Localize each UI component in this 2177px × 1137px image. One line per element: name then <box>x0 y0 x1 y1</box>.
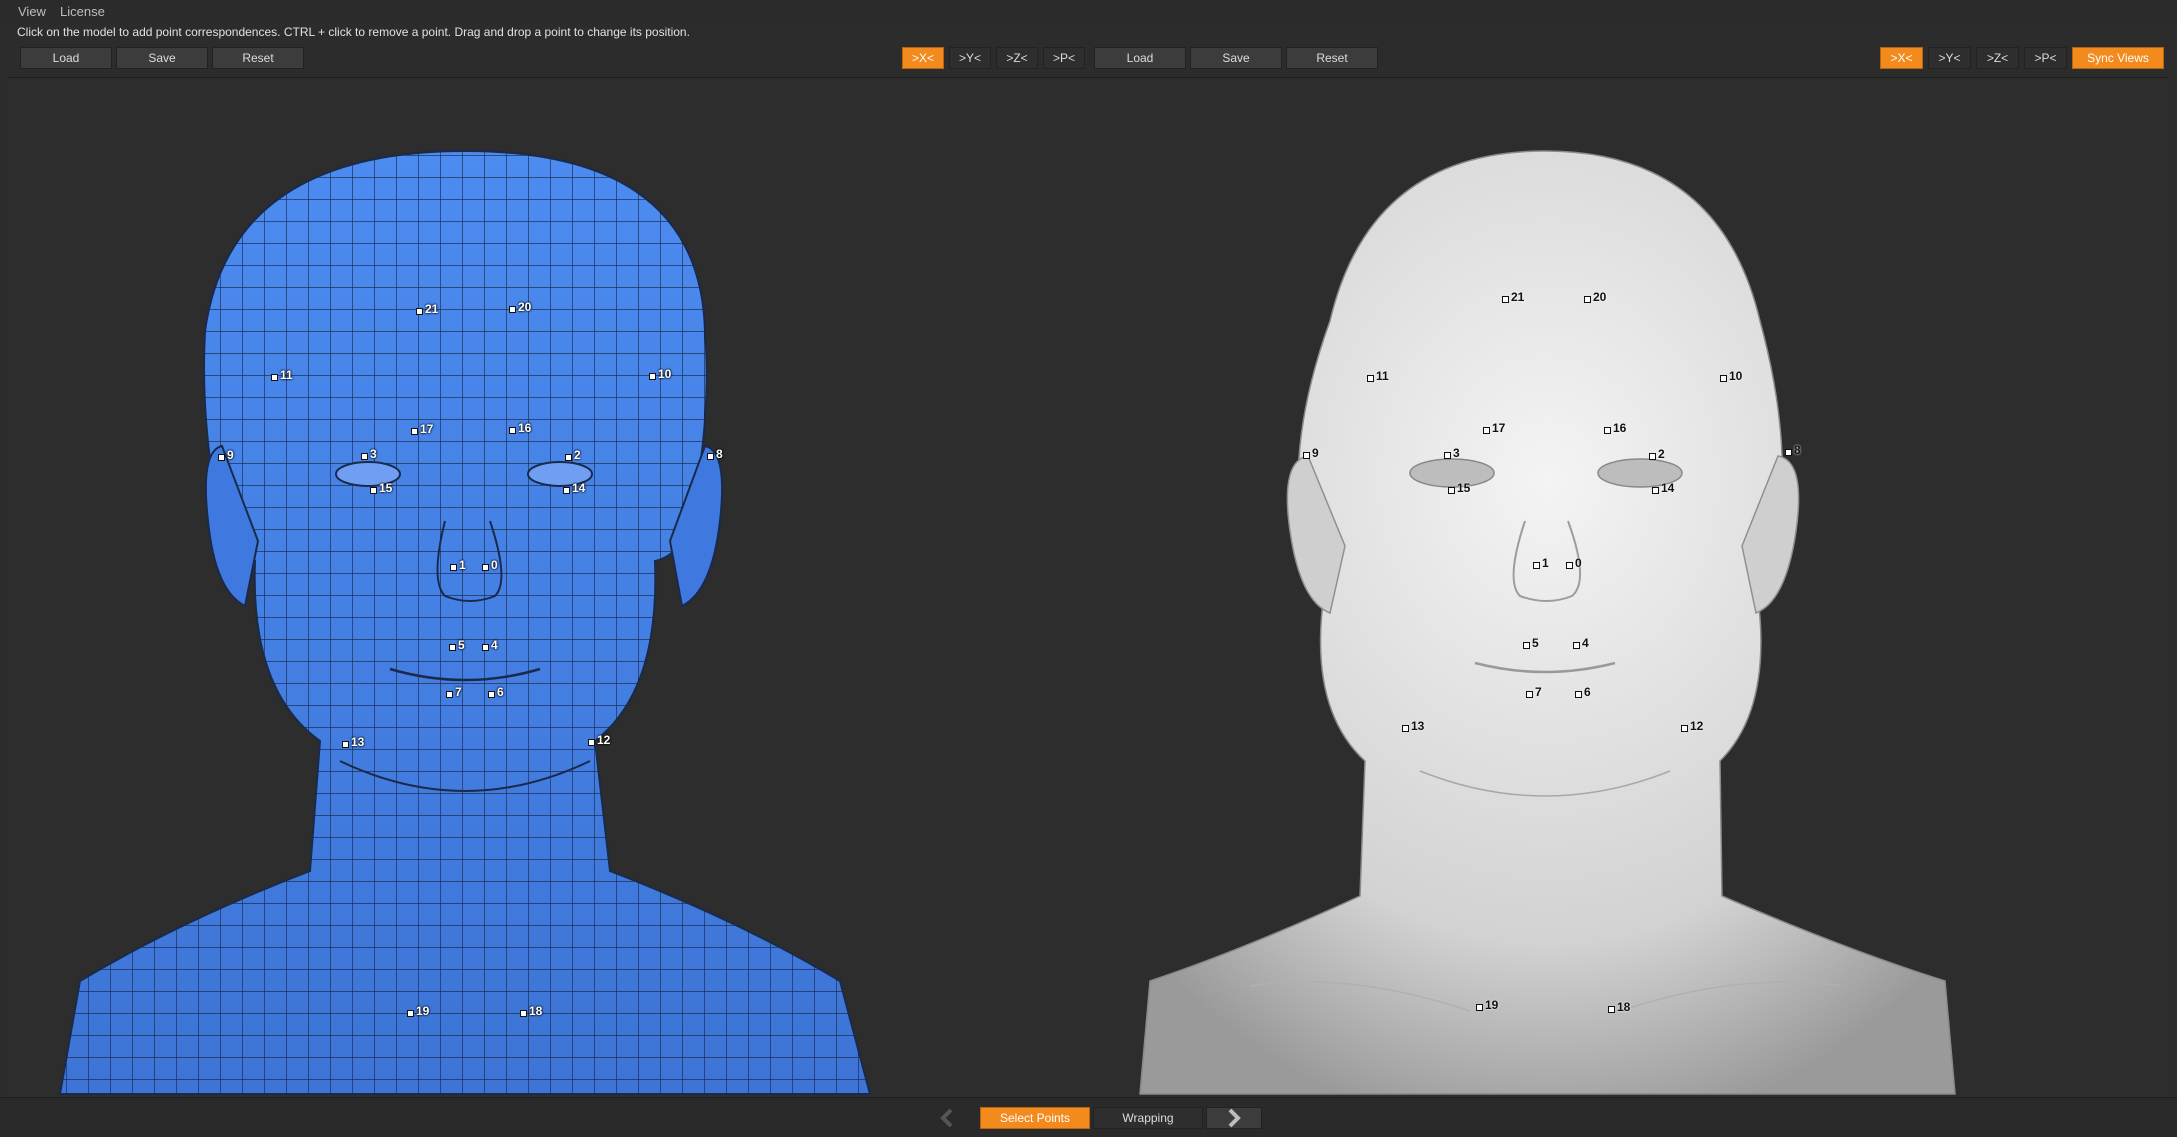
scan-model[interactable] <box>1139 150 1956 1095</box>
menu-bar: View License <box>0 0 2177 24</box>
right-save-button[interactable]: Save <box>1190 47 1282 69</box>
left-view-p-button[interactable]: >P< <box>1043 47 1085 69</box>
prev-step-button[interactable] <box>928 1107 966 1129</box>
models-canvas[interactable] <box>8 78 2168 1096</box>
wrapping-button[interactable]: Wrapping <box>1093 1107 1203 1129</box>
right-load-button[interactable]: Load <box>1094 47 1186 69</box>
menu-view[interactable]: View <box>18 4 46 19</box>
right-view-z-button[interactable]: >Z< <box>1976 47 2019 69</box>
right-view-y-button[interactable]: >Y< <box>1928 47 1971 69</box>
right-reset-button[interactable]: Reset <box>1286 47 1378 69</box>
left-save-button[interactable]: Save <box>116 47 208 69</box>
left-reset-button[interactable]: Reset <box>212 47 304 69</box>
viewport[interactable]: 21 20 11 10 17 16 9 3 2 8 15 14 1 0 5 4 … <box>8 77 2168 1096</box>
left-view-x-button[interactable]: >X< <box>902 47 944 69</box>
menu-license[interactable]: License <box>60 4 105 19</box>
bottom-bar: Select Points Wrapping <box>0 1097 2177 1137</box>
left-view-z-button[interactable]: >Z< <box>996 47 1038 69</box>
next-step-button[interactable] <box>1206 1107 1262 1129</box>
left-load-button[interactable]: Load <box>20 47 112 69</box>
sync-views-button[interactable]: Sync Views <box>2072 47 2164 69</box>
select-points-button[interactable]: Select Points <box>980 1107 1090 1129</box>
left-view-y-button[interactable]: >Y< <box>949 47 991 69</box>
right-view-p-button[interactable]: >P< <box>2024 47 2067 69</box>
chevron-left-icon <box>940 1108 953 1128</box>
mesh-model[interactable] <box>58 149 872 1095</box>
instruction-text: Click on the model to add point correspo… <box>17 25 690 39</box>
chevron-right-icon <box>1228 1108 1241 1128</box>
right-view-x-button[interactable]: >X< <box>1880 47 1923 69</box>
